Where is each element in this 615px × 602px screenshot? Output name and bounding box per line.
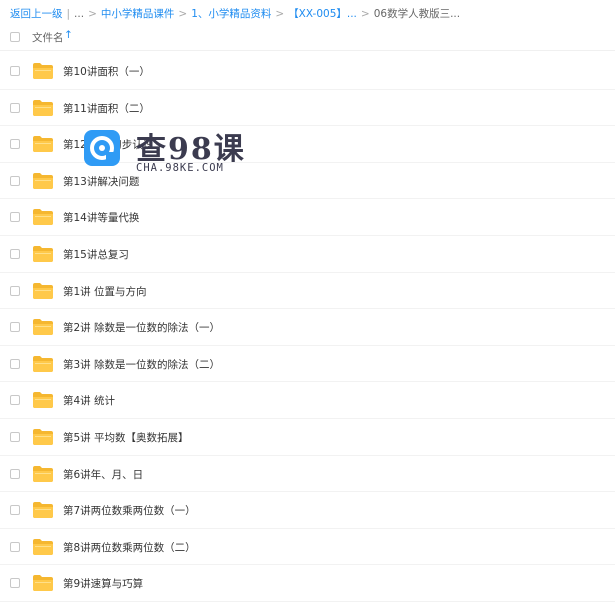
folder-icon [33, 575, 53, 592]
folder-icon [33, 538, 53, 555]
file-checkbox[interactable] [10, 468, 20, 479]
file-row[interactable]: 第5讲 平均数【奥数拓展】 [0, 419, 615, 456]
folder-icon [33, 136, 53, 153]
file-checkbox[interactable] [10, 358, 20, 369]
breadcrumb-separator: | [66, 8, 71, 20]
folder-icon [33, 428, 53, 445]
select-all-checkbox[interactable] [10, 32, 20, 42]
breadcrumb-item[interactable]: 中小学精品课件 [101, 8, 175, 20]
file-row[interactable]: 第8讲两位数乘两位数（二） [0, 529, 615, 566]
breadcrumb-item[interactable]: 【XX-005】... [288, 8, 357, 20]
breadcrumb-item: ... [74, 8, 85, 20]
folder-icon [33, 209, 53, 226]
sort-arrow-up-icon[interactable]: ↑ [64, 29, 73, 41]
file-name[interactable]: 第5讲 平均数【奥数拓展】 [63, 430, 189, 445]
file-checkbox[interactable] [10, 285, 20, 296]
folder-icon [33, 172, 53, 189]
breadcrumb: 返回上一级 |... > 中小学精品课件 >1、小学精品资料 > 【XX-005】... >0… [10, 6, 615, 22]
breadcrumb-separator: > [275, 8, 285, 20]
file-name[interactable]: 第11讲面积（二） [63, 101, 150, 116]
folder-icon [33, 465, 53, 482]
file-name[interactable]: 第1讲 位置与方向 [63, 284, 147, 299]
file-checkbox[interactable] [10, 431, 20, 442]
file-checkbox[interactable] [10, 102, 20, 113]
file-checkbox[interactable] [10, 322, 20, 333]
file-checkbox[interactable] [10, 212, 20, 223]
file-row[interactable]: 第6讲年、月、日 [0, 456, 615, 493]
file-name[interactable]: 第2讲 除数是一位数的除法（一） [63, 320, 220, 335]
file-name[interactable]: 第9讲速算与巧算 [63, 576, 143, 591]
breadcrumb-separator: > [178, 8, 188, 20]
folder-icon [33, 502, 53, 519]
file-row[interactable]: 第3讲 除数是一位数的除法（二） [0, 346, 615, 383]
chat-logo-icon [84, 130, 120, 166]
file-checkbox[interactable] [10, 541, 20, 552]
file-row[interactable]: 第10讲面积（一） [0, 53, 615, 90]
watermark: 查98课 CHA.98KE.COM [84, 120, 244, 180]
breadcrumb-item: 06数学人教版三... [373, 8, 461, 20]
file-checkbox[interactable] [10, 578, 20, 589]
folder-icon [33, 63, 53, 79]
breadcrumb-item[interactable]: 1、小学精品资料 [191, 8, 271, 20]
column-header-filename[interactable]: 文件名 [32, 30, 64, 45]
file-name[interactable]: 第10讲面积（一） [63, 64, 150, 79]
file-row[interactable]: 第4讲 统计 [0, 382, 615, 419]
file-row[interactable]: 第1讲 位置与方向 [0, 273, 615, 310]
breadcrumb-separator: > [360, 8, 370, 20]
watermark-subtitle: CHA.98KE.COM [136, 162, 224, 174]
folder-icon [33, 355, 53, 372]
file-row[interactable]: 第9讲速算与巧算 [0, 565, 615, 602]
file-name[interactable]: 第14讲等量代换 [63, 210, 139, 225]
file-checkbox[interactable] [10, 139, 20, 150]
folder-icon [33, 319, 53, 336]
file-name[interactable]: 第7讲两位数乘两位数（一） [63, 503, 196, 518]
breadcrumb-item[interactable]: 返回上一级 [10, 8, 63, 20]
file-name[interactable]: 第15讲总复习 [63, 247, 129, 262]
file-checkbox[interactable] [10, 505, 20, 516]
file-name[interactable]: 第3讲 除数是一位数的除法（二） [63, 357, 220, 372]
file-name[interactable]: 第8讲两位数乘两位数（二） [63, 540, 196, 555]
file-row[interactable]: 第2讲 除数是一位数的除法（一） [0, 309, 615, 346]
folder-icon [33, 99, 53, 116]
file-name[interactable]: 第6讲年、月、日 [63, 467, 143, 482]
file-row[interactable]: 第15讲总复习 [0, 236, 615, 273]
breadcrumb-separator: > [88, 8, 97, 20]
file-list-header: 文件名 ↑ [0, 26, 615, 51]
file-checkbox[interactable] [10, 66, 20, 76]
file-checkbox[interactable] [10, 248, 20, 259]
file-name[interactable]: 第4讲 统计 [63, 393, 115, 408]
file-checkbox[interactable] [10, 395, 20, 406]
file-checkbox[interactable] [10, 175, 20, 186]
folder-icon [33, 245, 53, 262]
file-row[interactable]: 第7讲两位数乘两位数（一） [0, 492, 615, 529]
file-row[interactable]: 第14讲等量代换 [0, 199, 615, 236]
folder-icon [33, 392, 53, 409]
folder-icon [33, 282, 53, 299]
